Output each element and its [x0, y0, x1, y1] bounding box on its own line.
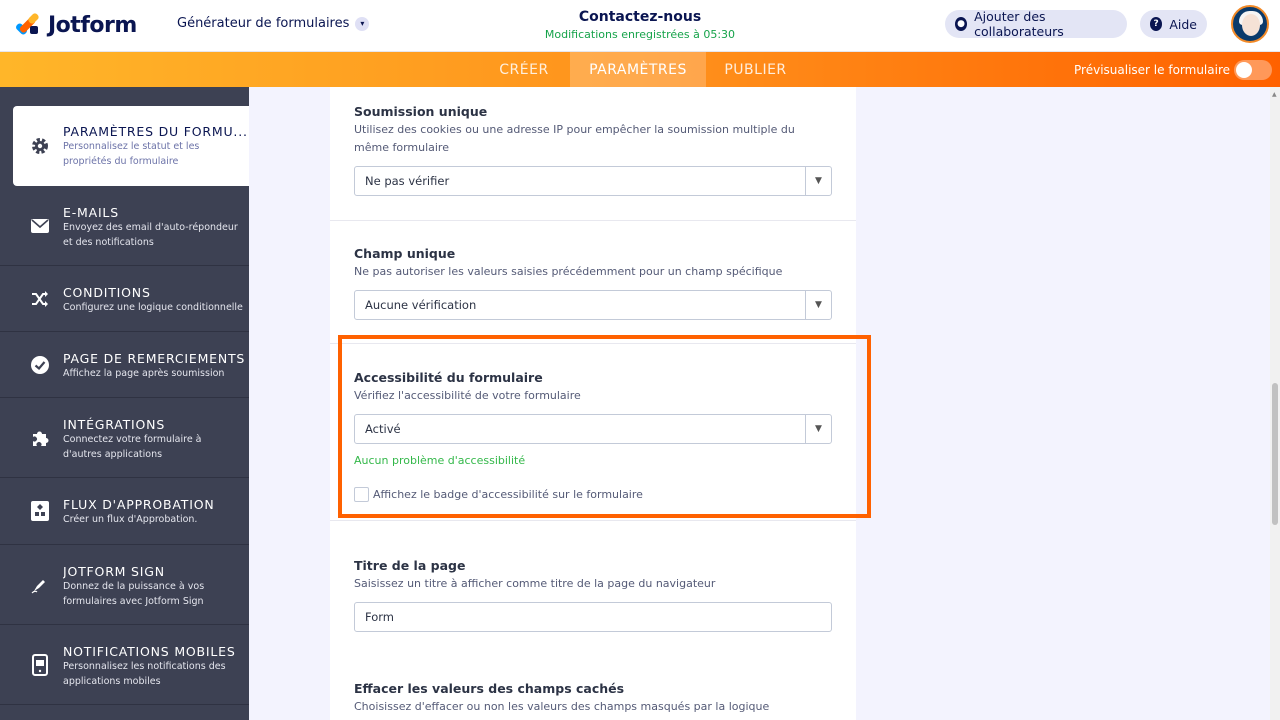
- jotform-logo-icon: [14, 12, 40, 37]
- unique-submission-select[interactable]: Ne pas vérifier ▼: [354, 166, 832, 196]
- logo-text: Jotform: [48, 12, 137, 38]
- top-header: Jotform Générateur de formulaires ▾ Cont…: [0, 0, 1280, 52]
- sidebar-item-form-settings[interactable]: PARAMÈTRES DU FORMU... Personnalisez le …: [13, 106, 249, 186]
- flow-icon: [28, 499, 52, 523]
- caret-down-icon: ▼: [805, 291, 831, 319]
- sidebar-item-title: JOTFORM SIGN: [63, 564, 165, 579]
- sidebar-item-title: NOTIFICATIONS MOBILES: [63, 644, 236, 659]
- jotform-logo[interactable]: Jotform: [14, 10, 137, 40]
- puzzle-icon: [28, 426, 52, 450]
- sidebar-item-desc: Créer un flux d'Approbation.: [63, 514, 198, 525]
- scroll-up-icon[interactable]: ▲: [1272, 91, 1277, 98]
- sidebar-item-title: PARAMÈTRES DU FORMU...: [63, 124, 246, 139]
- section-title: Champ unique: [354, 246, 456, 261]
- sidebar-item-desc: Donnez de la puissance à vos formulaires…: [63, 581, 205, 607]
- preview-label: Prévisualiser le formulaire: [1074, 63, 1230, 77]
- sidebar-item-approval-flow[interactable]: FLUX D'APPROBATION Créer un flux d'Appro…: [0, 478, 249, 545]
- section-description: Choisissez d'effacer ou non les valeurs …: [354, 700, 770, 720]
- envelope-icon: [28, 214, 52, 238]
- sidebar-item-title: FLUX D'APPROBATION: [63, 497, 215, 512]
- sidebar-item-emails[interactable]: E-MAILS Envoyez des email d'auto-réponde…: [0, 186, 249, 266]
- accessibility-highlight-box: [338, 335, 871, 518]
- select-value: Ne pas vérifier: [365, 174, 450, 188]
- sidebar-item-desc: Affichez la page après soumission: [63, 368, 225, 379]
- sidebar-item-mobile-notifications[interactable]: NOTIFICATIONS MOBILES Personnalisez les …: [0, 625, 249, 705]
- section-title: Effacer les valeurs des champs cachés: [354, 681, 625, 696]
- divider: [330, 520, 856, 521]
- builder-dropdown[interactable]: Générateur de formulaires ▾: [177, 16, 370, 31]
- page-title-input[interactable]: Form: [354, 602, 832, 632]
- user-icon: ●: [955, 17, 968, 31]
- shuffle-icon: [28, 287, 52, 311]
- save-status: Modifications enregistrées à 05:30: [544, 28, 736, 41]
- settings-sidebar: PARAMÈTRES DU FORMU... Personnalisez le …: [0, 87, 249, 720]
- section-description: Utilisez des cookies ou une adresse IP p…: [354, 123, 795, 154]
- sidebar-item-desc: Personnalisez les notifications des appl…: [63, 661, 226, 687]
- section-description: Ne pas autoriser les valeurs saisies pré…: [354, 265, 783, 278]
- add-collaborators-label: Ajouter des collaborateurs: [974, 9, 1064, 39]
- sidebar-item-desc: Personnalisez le statut et les propriété…: [63, 141, 200, 167]
- unique-field-select[interactable]: Aucune vérification ▼: [354, 290, 832, 320]
- tab-publish[interactable]: PUBLIER: [708, 52, 803, 87]
- sidebar-item-conditions[interactable]: CONDITIONS Configurez une logique condit…: [0, 266, 249, 332]
- add-collaborators-button[interactable]: ● Ajouter des collaborateurs: [945, 9, 1127, 39]
- sidebar-item-thank-you[interactable]: PAGE DE REMERCIEMENTS Affichez la page a…: [0, 332, 249, 398]
- scroll-thumb[interactable]: [1272, 383, 1278, 525]
- form-title[interactable]: Contactez-nous: [540, 9, 740, 25]
- tab-create[interactable]: CRÉER: [480, 52, 568, 87]
- sidebar-item-desc: Envoyez des email d'auto-répondeur et de…: [63, 222, 238, 248]
- tab-settings[interactable]: PARAMÈTRES: [570, 52, 706, 87]
- chevron-down-icon: ▾: [355, 16, 370, 31]
- section-title: Soumission unique: [354, 104, 488, 119]
- sidebar-item-title: CONDITIONS: [63, 285, 151, 300]
- caret-down-icon: ▼: [805, 167, 831, 195]
- gear-icon: [28, 134, 52, 158]
- mobile-icon: [28, 653, 52, 677]
- sidebar-item-integrations[interactable]: INTÉGRATIONS Connectez votre formulaire …: [0, 398, 249, 478]
- sidebar-item-jotform-sign[interactable]: JOTFORM SIGN Donnez de la puissance à vo…: [0, 545, 249, 625]
- select-value: Aucune vérification: [365, 298, 477, 312]
- section-description: Saisissez un titre à afficher comme titr…: [354, 577, 716, 590]
- sidebar-item-title: INTÉGRATIONS: [63, 417, 166, 432]
- divider: [330, 220, 856, 221]
- pen-icon: [28, 573, 52, 597]
- question-icon: ?: [1150, 17, 1163, 31]
- sidebar-item-desc: Connectez votre formulaire à d'autres ap…: [63, 434, 202, 460]
- page-scrollbar[interactable]: ▲: [1270, 87, 1280, 720]
- sidebar-item-title: E-MAILS: [63, 205, 119, 220]
- sidebar-item-desc: Configurez une logique conditionnelle: [63, 302, 243, 313]
- builder-title: Générateur de formulaires: [177, 16, 350, 31]
- check-circle-icon: [28, 353, 52, 377]
- avatar[interactable]: [1231, 5, 1269, 43]
- section-title: Titre de la page: [354, 558, 466, 573]
- help-button[interactable]: ? Aide: [1140, 10, 1207, 38]
- help-label: Aide: [1169, 16, 1197, 32]
- builder-nav: CRÉER PARAMÈTRES PUBLIER Prévisualiser l…: [0, 52, 1280, 87]
- preview-toggle[interactable]: [1234, 60, 1272, 80]
- sidebar-item-title: PAGE DE REMERCIEMENTS: [63, 351, 246, 366]
